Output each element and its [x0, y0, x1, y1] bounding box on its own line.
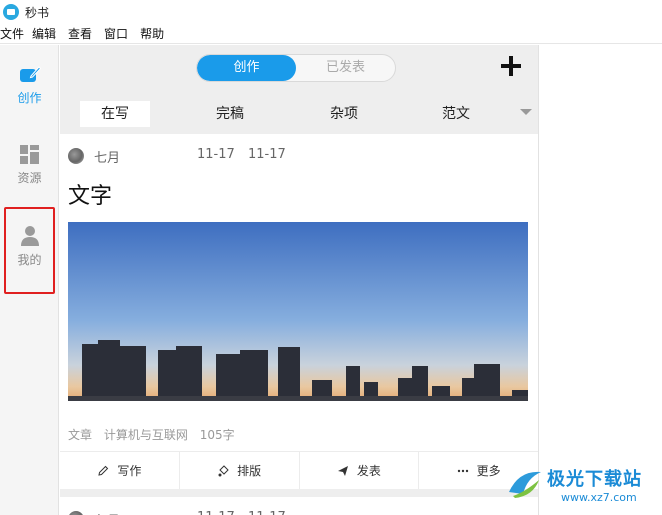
card-meta: 文章 计算机与互联网 105字 — [68, 426, 243, 443]
pencil-icon — [98, 465, 109, 476]
card-date-created: 11-17 — [197, 147, 235, 162]
layout-button[interactable]: 排版 — [180, 452, 300, 489]
tab-writing[interactable]: 在写 — [80, 101, 150, 127]
chevron-down-icon[interactable] — [520, 109, 532, 115]
menu-bar: 文件 编辑 查看 窗口 帮助 — [0, 24, 662, 44]
tab-essay[interactable]: 范文 — [416, 101, 496, 127]
menu-view[interactable]: 查看 — [68, 25, 92, 42]
avatar — [68, 511, 84, 515]
card-type: 文章 — [68, 428, 93, 442]
segment-published[interactable]: 已发表 — [296, 55, 395, 81]
card-cover-image — [68, 222, 528, 401]
watermark-name: 极光下载站 — [547, 469, 642, 490]
menu-window[interactable]: 窗口 — [104, 25, 128, 42]
sidebar-item-resource[interactable]: 资源 — [0, 145, 59, 215]
sidebar: 创作 资源 我的 — [0, 45, 59, 515]
watermark-logo-icon — [509, 471, 541, 498]
sidebar-item-create[interactable]: 创作 — [0, 65, 59, 135]
send-icon — [337, 465, 348, 476]
card-actions: 写作 排版 发表 更多 — [60, 451, 538, 489]
more-dots-icon — [457, 469, 468, 472]
article-card[interactable]: 七月 11-17 11-17 — [60, 497, 538, 515]
main-panel: 创作 已发表 在写 完稿 杂项 范文 七月 11-17 11-17 文字 文章 … — [60, 45, 538, 515]
card-date-created: 11-17 — [197, 510, 235, 515]
plus-icon[interactable] — [498, 53, 524, 79]
app-title: 秒书 — [25, 5, 50, 20]
menu-edit[interactable]: 编辑 — [32, 25, 56, 42]
card-date-modified: 11-17 — [248, 147, 286, 162]
avatar — [68, 148, 84, 164]
title-bar: 秒书 — [0, 0, 662, 24]
card-author: 七月 — [94, 510, 120, 515]
watermark-url: www.xz7.com — [561, 491, 637, 504]
tab-misc[interactable]: 杂项 — [304, 101, 384, 127]
tab-bar: 在写 完稿 杂项 范文 — [60, 99, 538, 127]
segment-create[interactable]: 创作 — [197, 55, 296, 81]
edit-icon — [19, 66, 41, 82]
publish-button[interactable]: 发表 — [300, 452, 420, 489]
app-logo-icon — [3, 4, 19, 20]
card-date-modified: 11-17 — [248, 510, 286, 515]
mode-switch: 创作 已发表 — [196, 54, 396, 82]
sidebar-item-label: 创作 — [17, 91, 42, 105]
more-label: 更多 — [476, 464, 501, 478]
menu-help[interactable]: 帮助 — [140, 25, 164, 42]
card-title: 文字 — [68, 184, 113, 209]
brush-icon — [218, 464, 229, 476]
card-category: 计算机与互联网 — [103, 428, 188, 442]
card-author: 七月 — [94, 151, 121, 166]
tab-finished[interactable]: 完稿 — [190, 101, 270, 127]
card-word-count: 105字 — [199, 428, 235, 442]
layout-label: 排版 — [237, 464, 262, 478]
watermark: 极光下载站 www.xz7.com — [505, 458, 662, 508]
grid-icon — [19, 145, 39, 164]
write-button[interactable]: 写作 — [60, 452, 180, 489]
sidebar-item-label: 资源 — [17, 171, 42, 185]
write-label: 写作 — [117, 464, 142, 478]
menu-file[interactable]: 文件 — [0, 25, 24, 42]
highlight-box — [4, 207, 55, 294]
right-pane — [538, 45, 662, 515]
article-card[interactable]: 七月 11-17 11-17 文字 文章 计算机与互联网 105字 写作 排版 … — [60, 134, 538, 489]
publish-label: 发表 — [356, 464, 381, 478]
